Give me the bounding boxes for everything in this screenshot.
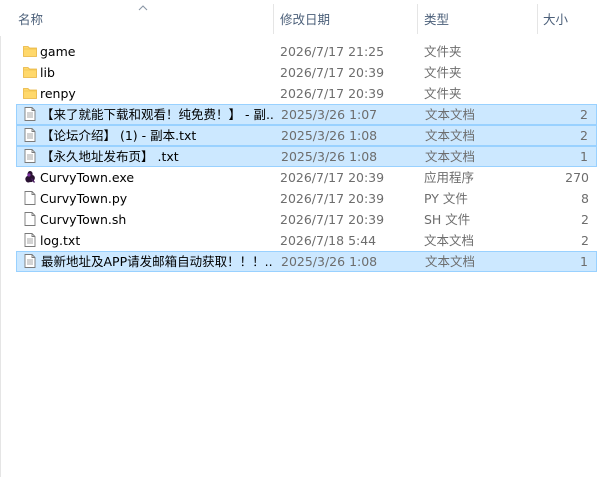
file-name: CurvyTown.py bbox=[40, 191, 128, 206]
folder-icon bbox=[22, 43, 38, 59]
file-name: renpy bbox=[40, 86, 76, 101]
file-modified-date: 2025/3/26 1:07 bbox=[281, 107, 378, 122]
text-file-icon bbox=[22, 127, 38, 143]
file-type: 应用程序 bbox=[424, 170, 475, 185]
file-size: 2 bbox=[580, 107, 588, 122]
file-name: 【来了就能下载和观看！纯免费！】 - 副... bbox=[41, 107, 273, 122]
file-type: 文本文档 bbox=[425, 254, 476, 269]
file-modified-date: 2026/7/17 20:39 bbox=[280, 212, 385, 227]
file-name: game bbox=[40, 44, 76, 59]
file-name: CurvyTown.exe bbox=[40, 170, 135, 185]
file-row[interactable]: log.txt 2026/7/18 5:44 文本文档 2 bbox=[16, 230, 597, 251]
column-header-type-label: 类型 bbox=[424, 12, 450, 27]
file-row[interactable]: CurvyTown.exe 2026/7/17 20:39 应用程序 270 bbox=[16, 167, 597, 188]
file-type: 文本文档 bbox=[424, 233, 475, 248]
folder-icon bbox=[22, 64, 38, 80]
file-name: CurvyTown.sh bbox=[40, 212, 127, 227]
file-row[interactable]: 最新地址及APP请发邮箱自动获取！！！... 2025/3/26 1:08 文本文档… bbox=[16, 251, 597, 272]
file-modified-date: 2026/7/17 20:39 bbox=[280, 191, 385, 206]
column-divider[interactable] bbox=[273, 4, 274, 34]
file-modified-date: 2026/7/17 21:25 bbox=[280, 44, 385, 59]
file-row[interactable]: CurvyTown.py 2026/7/17 20:39 PY 文件 8 bbox=[16, 188, 597, 209]
file-row[interactable]: game 2026/7/17 21:25 文件夹 bbox=[16, 41, 597, 62]
file-name: 【永久地址发布页】 .txt bbox=[41, 149, 179, 164]
file-type: 文本文档 bbox=[425, 149, 476, 164]
file-type: 文件夹 bbox=[424, 86, 462, 101]
file-name: log.txt bbox=[40, 233, 81, 248]
file-list-pane[interactable]: 名称 修改日期 类型 大小 game 2026/7/17 21:25 文件夹 lib 2… bbox=[0, 0, 597, 477]
text-file-icon bbox=[22, 232, 38, 248]
pane-left-border bbox=[0, 0, 1, 477]
file-modified-date: 2026/7/17 20:39 bbox=[280, 170, 385, 185]
file-name: 【论坛介绍】 (1) - 副本.txt bbox=[41, 128, 197, 143]
column-header-name[interactable]: 名称 bbox=[18, 0, 273, 36]
file-type: SH 文件 bbox=[424, 212, 471, 227]
file-size: 1 bbox=[580, 149, 588, 164]
file-name: lib bbox=[40, 65, 55, 80]
file-row[interactable]: renpy 2026/7/17 20:39 文件夹 bbox=[16, 83, 597, 104]
file-modified-date: 2025/3/26 1:08 bbox=[281, 149, 378, 164]
file-type: 文件夹 bbox=[424, 65, 462, 80]
file-size: 2 bbox=[581, 233, 589, 248]
file-row[interactable]: lib 2026/7/17 20:39 文件夹 bbox=[16, 62, 597, 83]
blank-file-icon bbox=[22, 190, 38, 206]
column-header-type[interactable]: 类型 bbox=[424, 0, 537, 36]
file-modified-date: 2026/7/17 20:39 bbox=[280, 86, 385, 101]
file-modified-date: 2025/3/26 1:08 bbox=[281, 128, 378, 143]
column-header-modified[interactable]: 修改日期 bbox=[280, 0, 417, 36]
folder-icon bbox=[22, 85, 38, 101]
text-file-icon bbox=[22, 148, 38, 164]
column-header-bar: 名称 修改日期 类型 大小 bbox=[0, 0, 597, 36]
column-header-size-label: 大小 bbox=[543, 12, 569, 27]
file-modified-date: 2026/7/17 20:39 bbox=[280, 65, 385, 80]
column-header-name-label: 名称 bbox=[18, 12, 44, 27]
file-row[interactable]: CurvyTown.sh 2026/7/17 20:39 SH 文件 2 bbox=[16, 209, 597, 230]
file-row[interactable]: 【永久地址发布页】 .txt 2025/3/26 1:08 文本文档 1 bbox=[16, 146, 597, 167]
file-size: 270 bbox=[565, 170, 589, 185]
file-size: 1 bbox=[580, 254, 588, 269]
file-modified-date: 2026/7/18 5:44 bbox=[280, 233, 377, 248]
file-size: 2 bbox=[581, 212, 589, 227]
file-type: 文件夹 bbox=[424, 44, 462, 59]
app-exe-icon bbox=[22, 169, 38, 185]
file-type: 文本文档 bbox=[425, 107, 476, 122]
text-file-icon bbox=[22, 106, 38, 122]
text-file-icon bbox=[22, 253, 38, 269]
blank-file-icon bbox=[22, 211, 38, 227]
file-row[interactable]: 【来了就能下载和观看！纯免费！】 - 副... 2025/3/26 1:07 文本文… bbox=[16, 104, 597, 125]
column-header-size[interactable]: 大小 bbox=[543, 0, 597, 36]
column-divider[interactable] bbox=[537, 4, 538, 34]
file-size: 2 bbox=[580, 128, 588, 143]
file-name: 最新地址及APP请发邮箱自动获取！！！... bbox=[41, 254, 273, 269]
file-type: 文本文档 bbox=[425, 128, 476, 143]
column-divider[interactable] bbox=[417, 4, 418, 34]
column-header-modified-label: 修改日期 bbox=[280, 12, 331, 27]
file-type: PY 文件 bbox=[424, 191, 468, 206]
file-size: 8 bbox=[581, 191, 589, 206]
file-modified-date: 2025/3/26 1:08 bbox=[281, 254, 378, 269]
file-row[interactable]: 【论坛介绍】 (1) - 副本.txt 2025/3/26 1:08 文本文档 2 bbox=[16, 125, 597, 146]
